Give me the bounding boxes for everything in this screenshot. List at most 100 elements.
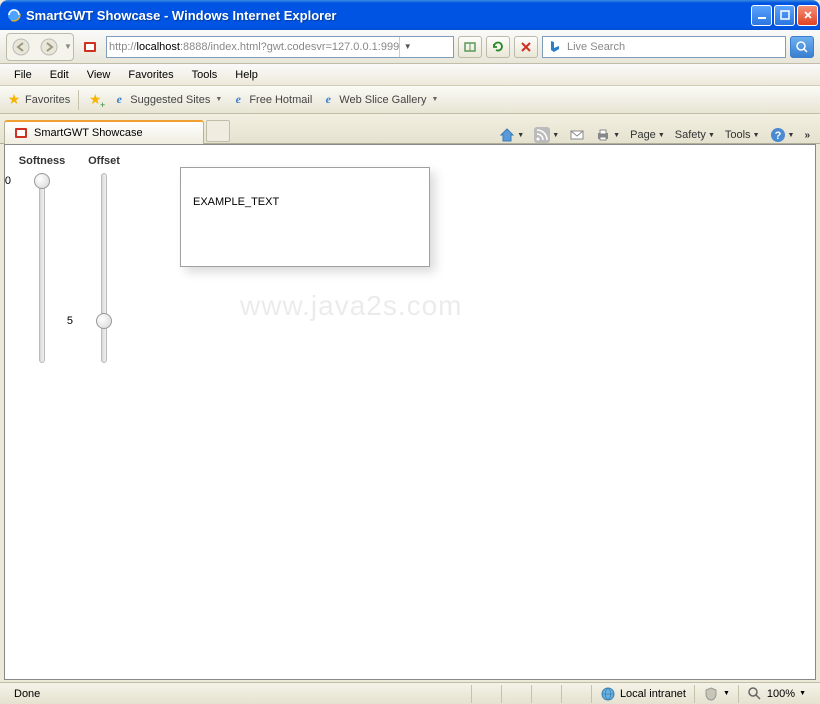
softness-slider-column: Softness 10 (13, 155, 71, 373)
mail-icon (569, 127, 585, 143)
home-button[interactable]: ▼ (499, 127, 524, 143)
offset-value: 5 (57, 315, 73, 327)
favorites-bar: ★Favorites ★+ eSuggested Sites▼ eFree Ho… (0, 86, 820, 114)
menu-help[interactable]: Help (227, 67, 266, 83)
tab-label: SmartGWT Showcase (34, 127, 143, 139)
showcase-panel: Softness 10 Offset 5 EXAMPLE_TEXT www.ja… (5, 145, 815, 679)
status-pane (471, 685, 501, 703)
separator (78, 90, 79, 110)
menu-file[interactable]: File (6, 67, 40, 83)
read-mail-button[interactable] (569, 127, 585, 143)
slider-track (101, 173, 107, 363)
compat-view-button[interactable] (458, 36, 482, 58)
search-bar[interactable]: Live Search (542, 36, 786, 58)
back-button[interactable] (7, 34, 35, 60)
status-pane (561, 685, 591, 703)
zoom-label: 100% (767, 688, 795, 700)
feeds-button[interactable]: ▼ (534, 127, 559, 143)
window-titlebar: SmartGWT Showcase - Windows Internet Exp… (0, 0, 820, 30)
web-slice-gallery-link[interactable]: eWeb Slice Gallery▼ (320, 92, 438, 108)
search-placeholder: Live Search (567, 41, 625, 53)
menu-view[interactable]: View (79, 67, 119, 83)
safety-menu[interactable]: Safety▼ (675, 129, 715, 141)
offset-slider[interactable]: 5 (75, 173, 133, 373)
free-hotmail-link[interactable]: eFree Hotmail (230, 92, 312, 108)
chevron-down-icon: ▼ (799, 690, 806, 697)
add-favorite-button[interactable]: ★+ (87, 92, 103, 108)
chevron-down-icon: ▼ (432, 96, 439, 103)
help-icon: ? (770, 127, 786, 143)
address-bar[interactable]: http://localhost:8888/index.html?gwt.cod… (106, 36, 454, 58)
stop-button[interactable] (514, 36, 538, 58)
menu-label: Tools (725, 129, 751, 141)
menu-favorites[interactable]: Favorites (120, 67, 181, 83)
softness-label: Softness (13, 155, 71, 167)
example-shadow-box: EXAMPLE_TEXT (180, 167, 430, 267)
watermark-text: www.java2s.com (240, 290, 463, 322)
suggested-sites-link[interactable]: eSuggested Sites ▼ (111, 92, 222, 108)
star-icon: ★ (6, 92, 22, 108)
overflow-button[interactable]: » (804, 130, 810, 141)
back-forward-group: ▼ (6, 33, 74, 61)
page-favicon (82, 39, 98, 55)
search-button[interactable] (790, 36, 814, 58)
security-zone[interactable]: Local intranet (591, 685, 694, 703)
intranet-icon (600, 686, 616, 702)
status-text: Done (6, 685, 471, 703)
offset-slider-column: Offset 5 (75, 155, 133, 373)
zoom-icon (747, 686, 763, 702)
refresh-button[interactable] (486, 36, 510, 58)
menu-edit[interactable]: Edit (42, 67, 77, 83)
page-menu[interactable]: Page▼ (630, 129, 665, 141)
nav-history-dropdown[interactable]: ▼ (63, 34, 73, 60)
shield-icon (703, 686, 719, 702)
zoom-control[interactable]: 100% ▼ (738, 685, 814, 703)
link-label: Web Slice Gallery (339, 94, 426, 106)
status-bar: Done Local intranet ▼ 100% ▼ (0, 682, 820, 704)
star-add-icon: ★+ (87, 92, 103, 108)
menu-label: Safety (675, 129, 706, 141)
menu-tools[interactable]: Tools (184, 67, 226, 83)
svg-text:?: ? (774, 130, 781, 142)
chevron-down-icon: ▼ (215, 96, 222, 103)
slider-track (39, 173, 45, 363)
offset-label: Offset (75, 155, 133, 167)
minimize-button[interactable] (751, 5, 772, 26)
rss-icon (534, 127, 550, 143)
url-text: http://localhost:8888/index.html?gwt.cod… (109, 41, 399, 53)
ie-icon (6, 7, 22, 23)
tab-favicon (13, 125, 29, 141)
window-title: SmartGWT Showcase - Windows Internet Exp… (26, 8, 751, 23)
maximize-button[interactable] (774, 5, 795, 26)
softness-thumb[interactable] (34, 173, 50, 189)
close-button[interactable] (797, 5, 818, 26)
print-button[interactable]: ▼ (595, 127, 620, 143)
chevron-down-icon: ▼ (723, 690, 730, 697)
new-tab-button[interactable] (206, 120, 230, 142)
status-pane (531, 685, 561, 703)
help-button[interactable]: ?▼ (770, 127, 795, 143)
menu-label: Page (630, 129, 656, 141)
print-icon (595, 127, 611, 143)
zone-label: Local intranet (620, 688, 686, 700)
tools-menu[interactable]: Tools▼ (725, 129, 760, 141)
navigation-toolbar: ▼ http://localhost:8888/index.html?gwt.c… (0, 30, 820, 64)
link-label: Free Hotmail (249, 94, 312, 106)
home-icon (499, 127, 515, 143)
forward-button[interactable] (35, 34, 63, 60)
favorites-button[interactable]: ★Favorites (6, 92, 70, 108)
tab-active[interactable]: SmartGWT Showcase (4, 120, 204, 144)
offset-thumb[interactable] (96, 313, 112, 329)
ie-page-icon: e (111, 92, 127, 108)
link-label: Suggested Sites (130, 94, 210, 106)
ie-page-icon: e (230, 92, 246, 108)
softness-value: 10 (4, 175, 11, 187)
page-content: Softness 10 Offset 5 EXAMPLE_TEXT www.ja… (4, 144, 816, 680)
protected-mode[interactable]: ▼ (694, 685, 738, 703)
url-dropdown[interactable]: ▼ (399, 37, 415, 57)
favorites-label: Favorites (25, 94, 70, 106)
softness-slider[interactable]: 10 (13, 173, 71, 373)
status-pane (501, 685, 531, 703)
tab-bar: SmartGWT Showcase ▼ ▼ ▼ Page▼ Safety▼ To… (0, 114, 820, 144)
menu-bar: File Edit View Favorites Tools Help (0, 64, 820, 86)
